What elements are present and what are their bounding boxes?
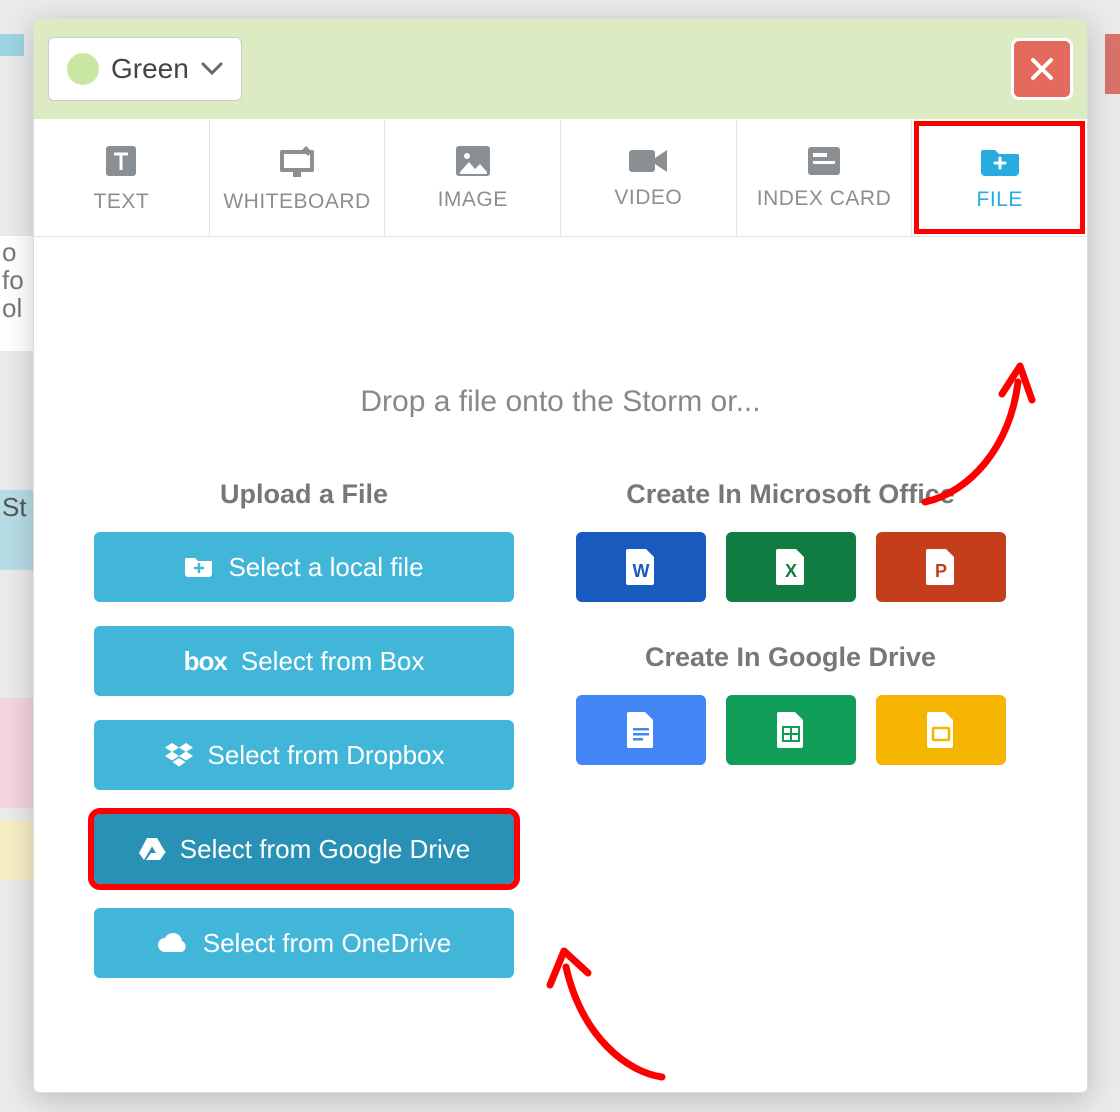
- tab-label: VIDEO: [614, 186, 682, 210]
- content-type-tabs: TEXT WHITEBOARD IMAGE VIDEO INDEX CARD: [34, 119, 1087, 237]
- add-content-modal: Green TEXT WHITEBOARD IMAGE: [33, 18, 1088, 1093]
- bg-fragment: [0, 698, 35, 808]
- google-slide-icon: [925, 710, 957, 750]
- whiteboard-icon: [276, 142, 318, 180]
- tab-whiteboard[interactable]: WHITEBOARD: [210, 119, 386, 236]
- tab-video[interactable]: VIDEO: [561, 119, 737, 236]
- modal-body: Drop a file onto the Storm or... Upload …: [34, 237, 1087, 1092]
- powerpoint-doc-icon: P: [924, 547, 958, 587]
- excel-doc-icon: X: [774, 547, 808, 587]
- bg-fragment: [1105, 34, 1120, 94]
- button-label: Select a local file: [228, 552, 423, 583]
- tab-label: IMAGE: [438, 188, 508, 212]
- svg-text:X: X: [784, 561, 796, 581]
- image-icon: [454, 144, 492, 178]
- tab-label: TEXT: [94, 190, 150, 214]
- upload-column: Upload a File Select a local file box Se…: [94, 479, 514, 1002]
- color-swatch-icon: [67, 53, 99, 85]
- tab-text[interactable]: TEXT: [34, 119, 210, 236]
- tab-label: FILE: [977, 188, 1023, 212]
- button-label: Select from Dropbox: [208, 740, 445, 771]
- tab-label: WHITEBOARD: [223, 190, 370, 214]
- google-sheet-icon: [775, 710, 807, 750]
- drop-hint-text: Drop a file onto the Storm or...: [94, 385, 1027, 419]
- create-column: Create In Microsoft Office W X P Create …: [554, 479, 1027, 1002]
- create-excel-button[interactable]: X: [726, 532, 856, 602]
- select-from-dropbox-button[interactable]: Select from Dropbox: [94, 720, 514, 790]
- text-icon: [102, 142, 140, 180]
- tab-image[interactable]: IMAGE: [385, 119, 561, 236]
- create-google-doc-button[interactable]: [576, 695, 706, 765]
- tab-file[interactable]: FILE: [912, 119, 1087, 236]
- index-card-icon: [806, 145, 842, 177]
- ms-office-section-title: Create In Microsoft Office: [554, 479, 1027, 510]
- select-from-onedrive-button[interactable]: Select from OneDrive: [94, 908, 514, 978]
- google-doc-icon: [625, 710, 657, 750]
- create-google-sheet-button[interactable]: [726, 695, 856, 765]
- select-from-google-drive-button[interactable]: Select from Google Drive: [94, 814, 514, 884]
- dropbox-icon: [164, 742, 194, 768]
- svg-text:W: W: [632, 561, 649, 581]
- select-local-file-button[interactable]: Select a local file: [94, 532, 514, 602]
- svg-text:P: P: [934, 561, 946, 581]
- tab-label: INDEX CARD: [757, 187, 892, 211]
- file-folder-icon: [979, 144, 1021, 178]
- chevron-down-icon: [201, 62, 223, 76]
- bg-fragment: ofool: [0, 236, 33, 351]
- bg-fragment: St: [0, 490, 35, 570]
- google-drive-grid: [554, 695, 1027, 765]
- button-label: Select from OneDrive: [203, 928, 452, 959]
- create-powerpoint-button[interactable]: P: [876, 532, 1006, 602]
- bg-fragment: [0, 34, 24, 56]
- close-icon: [1028, 55, 1056, 83]
- upload-section-title: Upload a File: [94, 479, 514, 510]
- select-from-box-button[interactable]: box Select from Box: [94, 626, 514, 696]
- video-icon: [627, 146, 669, 176]
- close-button[interactable]: [1011, 38, 1073, 100]
- word-doc-icon: W: [624, 547, 658, 587]
- google-drive-icon: [138, 836, 166, 862]
- button-label: Select from Google Drive: [180, 834, 470, 865]
- box-logo-icon: box: [184, 646, 227, 677]
- create-word-button[interactable]: W: [576, 532, 706, 602]
- create-google-slide-button[interactable]: [876, 695, 1006, 765]
- button-label: Select from Box: [241, 646, 425, 677]
- folder-plus-icon: [184, 555, 214, 579]
- color-select[interactable]: Green: [48, 37, 242, 101]
- modal-header: Green: [34, 19, 1087, 119]
- onedrive-icon: [157, 932, 189, 954]
- ms-office-grid: W X P: [554, 532, 1027, 602]
- color-select-label: Green: [111, 53, 189, 85]
- bg-fragment: [0, 820, 35, 880]
- google-drive-section-title: Create In Google Drive: [554, 642, 1027, 673]
- tab-index-card[interactable]: INDEX CARD: [737, 119, 913, 236]
